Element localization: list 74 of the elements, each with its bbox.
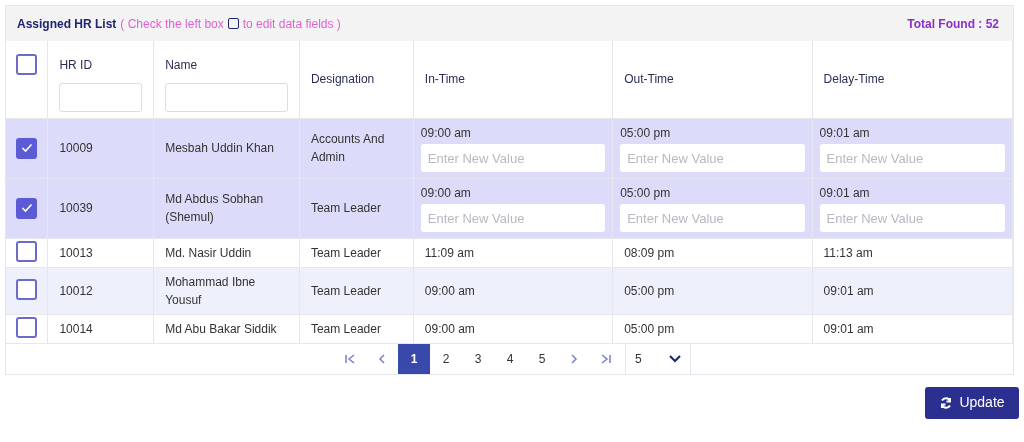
checkbox[interactable] <box>16 54 38 75</box>
last-page-icon <box>599 351 613 366</box>
checkbox[interactable] <box>16 317 38 338</box>
column-header: HR ID <box>59 57 94 74</box>
table-cell: 10014 <box>59 321 93 336</box>
table-cell: 10012 <box>59 283 93 298</box>
column-header: Delay-Time <box>823 71 886 89</box>
editable-cell[interactable]: 09:00 am Enter New Value <box>413 178 613 238</box>
table-cell: 09:01 am <box>819 186 870 200</box>
time-field[interactable]: Enter New Value <box>420 204 606 232</box>
page-button[interactable]: 3 <box>462 343 494 374</box>
total-count: Total Found : 52 <box>907 15 1000 33</box>
table-cell: 05:00 pm <box>620 126 671 140</box>
checkbox[interactable] <box>16 241 38 262</box>
table-cell: Team Leader <box>310 245 381 260</box>
time-field[interactable]: Enter New Value <box>819 204 1005 232</box>
table-cell: 08:09 pm <box>624 245 675 260</box>
check-icon <box>20 143 33 153</box>
checkbox[interactable] <box>16 137 38 159</box>
time-field[interactable]: Enter New Value <box>620 144 805 172</box>
time-field[interactable]: Enter New Value <box>620 204 805 232</box>
table-cell: 05:00 pm <box>624 283 675 298</box>
page-button[interactable]: 4 <box>494 343 526 374</box>
column-header: In-Time <box>424 71 467 89</box>
update-button[interactable]: Update <box>925 386 1019 419</box>
page-size-select[interactable]: 5 <box>625 343 691 374</box>
table-cell: Mesbah Uddin Khan <box>165 141 274 155</box>
table-cell: Team Leader <box>310 283 381 298</box>
refresh-icon <box>939 395 954 410</box>
checkbox[interactable] <box>16 197 38 219</box>
table-cell: 10009 <box>59 141 93 155</box>
table-cell: 09:00 am <box>420 126 471 140</box>
time-field[interactable]: Enter New Value <box>819 144 1005 172</box>
table-cell: Md Abu Bakar Siddik <box>165 321 277 336</box>
hint-text: ( Check the left box <box>120 15 224 33</box>
table-cell: 05:00 pm <box>620 186 671 200</box>
editable-cell[interactable]: 05:00 pm Enter New Value <box>612 178 813 238</box>
table-cell: 09:01 am <box>823 283 874 298</box>
page-button[interactable]: 5 <box>526 343 558 374</box>
time-field[interactable]: Enter New Value <box>420 144 606 172</box>
table-cell: Accounts And Admin <box>310 132 385 164</box>
check-icon <box>20 203 33 213</box>
chevron-down-icon <box>669 354 681 363</box>
table-cell: 11:13 am <box>823 245 873 260</box>
first-page-icon <box>343 351 357 366</box>
table-cell: 09:00 am <box>420 186 471 200</box>
page-button[interactable]: 2 <box>430 343 462 374</box>
column-header: Out-Time <box>624 71 675 89</box>
hint-text: to edit data fields ) <box>242 15 341 33</box>
table-cell: 10013 <box>59 245 93 260</box>
column-header: Designation <box>310 71 376 89</box>
table-cell: Team Leader <box>310 201 381 215</box>
table-cell: 11:09 am <box>424 245 474 260</box>
filter-field[interactable] <box>165 83 288 112</box>
editable-cell[interactable]: 09:01 am Enter New Value <box>812 118 1013 178</box>
editable-cell[interactable]: 09:01 am Enter New Value <box>812 178 1013 238</box>
checkbox-icon <box>227 18 239 29</box>
table-cell: Team Leader <box>310 321 381 336</box>
table-cell: 09:01 am <box>819 126 870 140</box>
table-cell: 10039 <box>59 201 93 215</box>
filter-field[interactable] <box>59 83 143 112</box>
checkbox[interactable] <box>16 279 38 300</box>
column-header: Name <box>165 57 199 74</box>
editable-cell[interactable]: 09:00 am Enter New Value <box>413 118 613 178</box>
table-cell: 05:00 pm <box>624 321 675 336</box>
table-cell: 09:00 am <box>424 283 475 298</box>
editable-cell[interactable]: 05:00 pm Enter New Value <box>612 118 813 178</box>
list-title: Assigned HR List <box>17 15 117 33</box>
page-button[interactable]: 1 <box>398 343 430 374</box>
table-cell: 09:00 am <box>424 321 475 336</box>
table-cell: Md. Nasir Uddin <box>165 245 252 260</box>
table-cell: 09:01 am <box>823 321 874 336</box>
table-cell: Mohammad Ibne Yousuf <box>165 274 256 307</box>
table-cell: Md Abdus Sobhan (Shemul) <box>165 192 264 224</box>
